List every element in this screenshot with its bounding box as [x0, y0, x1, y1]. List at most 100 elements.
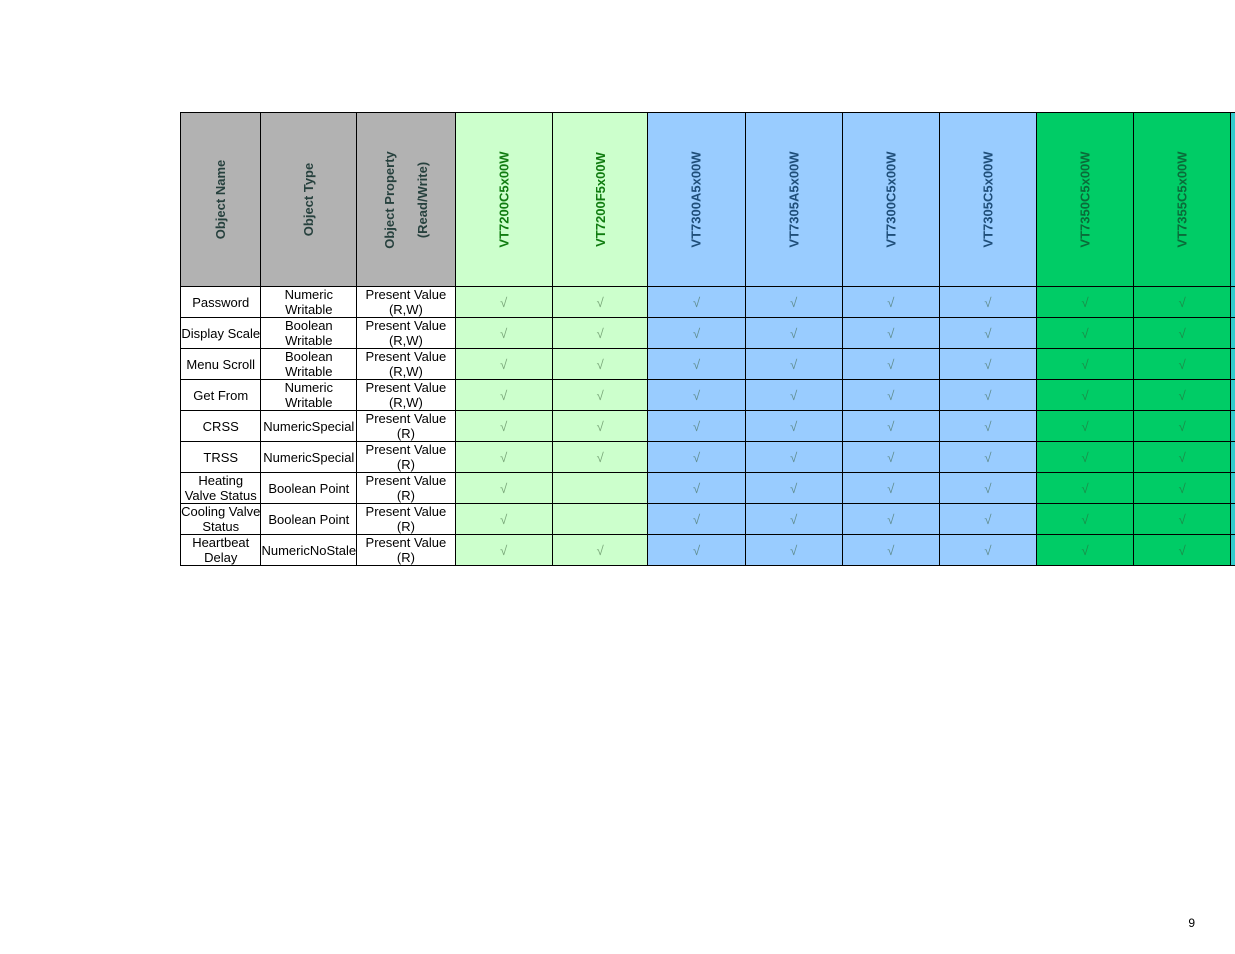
cell-value: √: [648, 504, 745, 535]
col-VT7300A5x00W: VT7300A5x00W: [648, 113, 745, 287]
cell-value: √: [455, 380, 552, 411]
cell-prop: Present Value (R): [357, 473, 456, 504]
cell-prop: Present Value (R,W): [357, 318, 456, 349]
col-VT7305A5x00W: VT7305A5x00W: [745, 113, 842, 287]
cell-value: √: [842, 535, 939, 566]
cell-value: √: [1036, 318, 1133, 349]
cell-value: √: [1134, 287, 1231, 318]
cell-value: √: [1036, 380, 1133, 411]
cell-value: √: [1134, 535, 1231, 566]
cell-value: √: [1036, 442, 1133, 473]
cell-value: √: [745, 473, 842, 504]
cell-type: Numeric Writable: [261, 380, 357, 411]
cell-value: √: [842, 473, 939, 504]
cell-name: Password: [181, 287, 261, 318]
page-number: 9: [1188, 916, 1195, 930]
table-row: PasswordNumeric WritablePresent Value (R…: [181, 287, 1235, 318]
cell-value: √: [1231, 535, 1235, 566]
cell-name: TRSS: [181, 442, 261, 473]
cell-name: Heating Valve Status: [181, 473, 261, 504]
cell-value: √: [745, 349, 842, 380]
cell-value: √: [648, 473, 745, 504]
cell-value: √: [1036, 287, 1133, 318]
cell-value: √: [1231, 380, 1235, 411]
cell-prop: Present Value (R): [357, 442, 456, 473]
cell-value: √: [939, 535, 1036, 566]
col-VT7200F5x00W: VT7200F5x00W: [552, 113, 648, 287]
cell-value: √: [1036, 349, 1133, 380]
cell-value: √: [1134, 411, 1231, 442]
col-VT7350C5x00W: VT7350C5x00W: [1036, 113, 1133, 287]
hdr-object-prop: Object Property (Read/Write): [357, 113, 456, 287]
cell-value: √: [745, 535, 842, 566]
cell-prop: Present Value (R): [357, 411, 456, 442]
cell-value: [1231, 473, 1235, 504]
cell-value: √: [552, 287, 648, 318]
cell-name: CRSS: [181, 411, 261, 442]
cell-value: √: [648, 535, 745, 566]
cell-value: √: [842, 287, 939, 318]
cell-value: √: [939, 318, 1036, 349]
cell-type: NumericSpecial: [261, 411, 357, 442]
cell-value: √: [552, 535, 648, 566]
col-VT7355C5x00W: VT7355C5x00W: [1134, 113, 1231, 287]
table-row: Heating Valve StatusBoolean PointPresent…: [181, 473, 1235, 504]
table: Object Name Object Type Object Property …: [180, 112, 1235, 566]
table-row: Display ScaleBoolean WritablePresent Val…: [181, 318, 1235, 349]
cell-value: √: [455, 535, 552, 566]
cell-name: Heartbeat Delay: [181, 535, 261, 566]
cell-value: √: [455, 318, 552, 349]
cell-value: √: [1036, 473, 1133, 504]
table-row: TRSSNumericSpecialPresent Value (R)√√√√√…: [181, 442, 1235, 473]
cell-value: √: [1036, 535, 1133, 566]
header-row: Object Name Object Type Object Property …: [181, 113, 1235, 287]
hdr-object-type: Object Type: [261, 113, 357, 287]
cell-value: √: [648, 442, 745, 473]
cell-value: √: [745, 411, 842, 442]
cell-value: √: [842, 442, 939, 473]
cell-value: √: [939, 349, 1036, 380]
cell-type: NumericSpecial: [261, 442, 357, 473]
cell-value: √: [648, 349, 745, 380]
cell-value: √: [455, 473, 552, 504]
cell-value: √: [745, 380, 842, 411]
cell-prop: Present Value (R,W): [357, 380, 456, 411]
cell-value: √: [842, 318, 939, 349]
hdr-object-name: Object Name: [181, 113, 261, 287]
cell-value: √: [1134, 442, 1231, 473]
cell-value: √: [939, 380, 1036, 411]
cell-type: Boolean Point: [261, 473, 357, 504]
cell-value: √: [745, 504, 842, 535]
cell-name: Display Scale: [181, 318, 261, 349]
cell-type: NumericNoStale: [261, 535, 357, 566]
cell-value: √: [842, 504, 939, 535]
cell-value: √: [939, 473, 1036, 504]
table-row: CRSSNumericSpecialPresent Value (R)√√√√√…: [181, 411, 1235, 442]
col-VT7200C5x00W: VT7200C5x00W: [455, 113, 552, 287]
cell-value: √: [1134, 504, 1231, 535]
cell-value: √: [1231, 349, 1235, 380]
table-row: Get FromNumeric WritablePresent Value (R…: [181, 380, 1235, 411]
table-row: Cooling Valve StatusBoolean PointPresent…: [181, 504, 1235, 535]
cell-value: √: [745, 442, 842, 473]
cell-value: √: [648, 411, 745, 442]
cell-value: √: [455, 411, 552, 442]
cell-value: √: [455, 442, 552, 473]
cell-value: √: [842, 380, 939, 411]
cell-type: Boolean Writable: [261, 318, 357, 349]
cell-value: √: [648, 287, 745, 318]
col-VT7300C5x00W: VT7300C5x00W: [842, 113, 939, 287]
cell-name: Menu Scroll: [181, 349, 261, 380]
cell-value: √: [1134, 473, 1231, 504]
cell-value: √: [745, 318, 842, 349]
cell-type: Boolean Writable: [261, 349, 357, 380]
table-row: Heartbeat DelayNumericNoStalePresent Val…: [181, 535, 1235, 566]
cell-value: √: [1134, 380, 1231, 411]
cell-value: √: [939, 442, 1036, 473]
cell-value: √: [745, 287, 842, 318]
cell-value: √: [1036, 411, 1133, 442]
object-table: Object Name Object Type Object Property …: [180, 112, 1235, 566]
cell-prop: Present Value (R): [357, 504, 456, 535]
cell-value: √: [552, 318, 648, 349]
cell-type: Boolean Point: [261, 504, 357, 535]
